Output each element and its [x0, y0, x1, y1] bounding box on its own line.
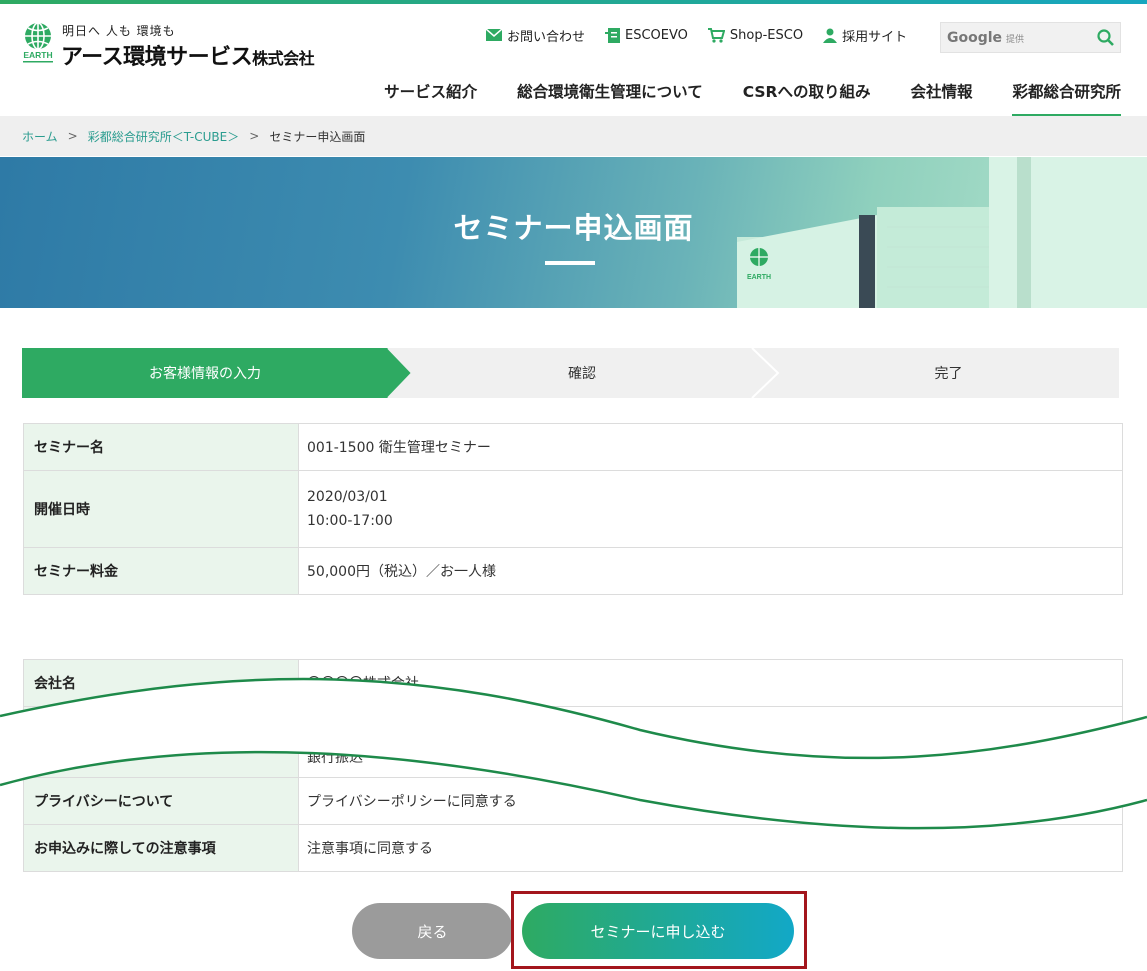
payment-method-label [23, 706, 299, 778]
notes-label: お申込みに際しての注意事項 [23, 824, 299, 872]
logo-company-name: アース環境サービス株式会社 [61, 39, 315, 71]
util-escoevo-label: ESCOEVO [625, 27, 688, 43]
earth-globe-icon: EARTH [23, 22, 53, 63]
building-sign-text: EARTH [747, 274, 771, 281]
top-accent-stripe [0, 0, 1147, 4]
seminar-date-value: 2020/03/01 [307, 489, 388, 505]
table-row: 会社名 〇〇〇〇株式会社 [23, 659, 1123, 707]
logo-mark-text: EARTH [23, 50, 52, 60]
payment-method-value: 銀行振込 [298, 706, 1123, 778]
document-icon [605, 27, 621, 43]
cart-icon [707, 27, 725, 43]
mail-icon [486, 29, 502, 41]
nav-company-info[interactable]: 会社情報 [910, 80, 972, 117]
breadcrumb: ホーム > 彩都総合研究所＜T-CUBE＞ > セミナー申込画面 [0, 116, 1147, 156]
logo-tagline: 明日へ 人も 環境も [62, 24, 176, 38]
seminar-date-label: 開催日時 [23, 470, 299, 548]
search-brand: Google [947, 30, 1003, 46]
company-name-label: 会社名 [23, 659, 299, 707]
applicant-info-table: 会社名 〇〇〇〇株式会社 銀行振込 プライバシーについて プライバシーポリシーに… [23, 659, 1123, 872]
util-shop-label: Shop-ESCO [729, 27, 804, 43]
person-icon [823, 28, 838, 43]
seminar-date-cell: 2020/03/01 10:00-17:00 [298, 470, 1123, 548]
nav-saito-research-institute[interactable]: 彩都総合研究所 [1012, 80, 1121, 117]
company-logo[interactable]: EARTH 明日へ 人も 環境も アース環境サービス株式会社 [20, 22, 340, 71]
seminar-info-table: セミナー名 001-1500 衛生管理セミナー 開催日時 2020/03/01 … [23, 423, 1123, 595]
util-recruit-link[interactable]: 採用サイト [823, 26, 907, 45]
table-row: 銀行振込 [23, 706, 1123, 778]
privacy-value: プライバシーポリシーに同意する [298, 777, 1123, 825]
breadcrumb-parent[interactable]: 彩都総合研究所＜T-CUBE＞ [88, 128, 240, 145]
table-row: お申込みに際しての注意事項 注意事項に同意する [23, 824, 1123, 872]
breadcrumb-separator: > [67, 129, 78, 143]
main-nav: サービス紹介 総合環境衛生管理について CSRへの取り組み 会社情報 彩都総合研… [344, 80, 1121, 117]
title-underline [545, 261, 595, 265]
utility-nav: お問い合わせ ESCOEVO Shop-ESCO 採用サイト [486, 25, 927, 45]
table-row: セミナー料金 50,000円（税込）／お一人様 [23, 547, 1123, 595]
site-search-input[interactable]: Google 提供 [940, 22, 1121, 53]
breadcrumb-separator: > [249, 129, 260, 143]
seminar-fee-label: セミナー料金 [23, 547, 299, 595]
nav-environmental-management[interactable]: 総合環境衛生管理について [517, 80, 703, 117]
seminar-name-value: 001-1500 衛生管理セミナー [298, 423, 1123, 471]
step-confirm: 確認 [568, 366, 596, 382]
table-row: プライバシーについて プライバシーポリシーに同意する [23, 777, 1123, 825]
search-provided: 提供 [1006, 35, 1025, 45]
nav-services[interactable]: サービス紹介 [384, 80, 477, 117]
util-recruit-label: 採用サイト [842, 29, 908, 45]
table-row: セミナー名 001-1500 衛生管理セミナー [23, 423, 1123, 471]
util-contact-link[interactable]: お問い合わせ [486, 26, 585, 45]
seminar-time-value: 10:00-17:00 [307, 513, 393, 529]
step-customer-info: お客様情報の入力 [149, 366, 261, 382]
hero-banner: EARTH セミナー申込画面 [0, 157, 1147, 308]
step-complete: 完了 [934, 366, 963, 382]
apply-seminar-button[interactable]: セミナーに申し込む [522, 903, 794, 959]
nav-csr[interactable]: CSRへの取り組み [743, 80, 871, 117]
search-placeholder: Google 提供 [947, 30, 1024, 46]
util-shop-link[interactable]: Shop-ESCO [707, 27, 804, 43]
notes-value: 注意事項に同意する [298, 824, 1123, 872]
search-icon[interactable] [1096, 28, 1116, 48]
seminar-fee-value: 50,000円（税込）／お一人様 [298, 547, 1123, 595]
logo-name-main: アース環境サービス [61, 45, 253, 70]
privacy-label: プライバシーについて [23, 777, 299, 825]
logo-name-suffix: 株式会社 [252, 49, 315, 68]
progress-steps: お客様情報の入力 確認 完了 [22, 348, 1119, 398]
breadcrumb-home[interactable]: ホーム [22, 128, 58, 145]
table-row: 開催日時 2020/03/01 10:00-17:00 [23, 470, 1123, 548]
page-title: セミナー申込画面 [453, 211, 694, 245]
breadcrumb-current: セミナー申込画面 [269, 129, 366, 144]
company-name-value: 〇〇〇〇株式会社 [298, 659, 1123, 707]
util-contact-label: お問い合わせ [507, 29, 586, 45]
seminar-name-label: セミナー名 [23, 423, 299, 471]
util-escoevo-link[interactable]: ESCOEVO [605, 27, 688, 43]
back-button[interactable]: 戻る [352, 903, 513, 959]
